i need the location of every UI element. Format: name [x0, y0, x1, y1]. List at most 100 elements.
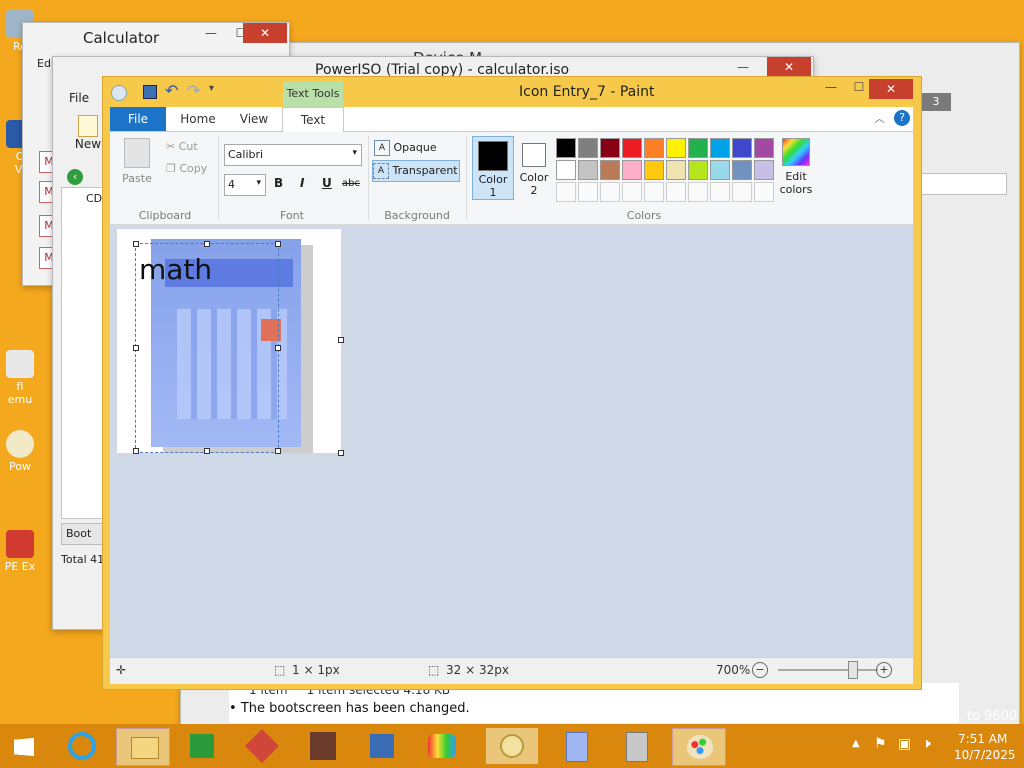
- zoom-slider-thumb[interactable]: [848, 661, 858, 679]
- palette-swatch[interactable]: [600, 138, 620, 158]
- taskbar-virtualbox[interactable]: [356, 728, 408, 764]
- canvas-resize-handle[interactable]: [338, 337, 344, 343]
- strikethrough-button[interactable]: abc: [342, 178, 360, 189]
- redo-icon[interactable]: ↷: [187, 81, 200, 100]
- palette-swatch[interactable]: [666, 138, 686, 158]
- custom-color-slot[interactable]: [556, 182, 576, 202]
- underline-button[interactable]: U: [322, 176, 332, 190]
- palette-swatch[interactable]: [688, 138, 708, 158]
- resize-handle[interactable]: [204, 241, 210, 247]
- palette-swatch[interactable]: [666, 160, 686, 180]
- taskbar-explorer[interactable]: [116, 728, 170, 766]
- palette-swatch[interactable]: [754, 160, 774, 180]
- paste-button[interactable]: Paste: [118, 138, 156, 190]
- cut-button[interactable]: ✂ Cut: [166, 140, 198, 153]
- quick-access-dropdown-icon[interactable]: ▾: [209, 83, 214, 94]
- palette-swatch[interactable]: [732, 160, 752, 180]
- custom-color-slot[interactable]: [644, 182, 664, 202]
- palette-swatch[interactable]: [578, 138, 598, 158]
- zoom-in-button[interactable]: +: [876, 662, 892, 678]
- ribbon-collapse-icon[interactable]: ︿: [874, 110, 885, 126]
- start-button[interactable]: [4, 728, 44, 764]
- resize-handle[interactable]: [275, 241, 281, 247]
- palette-swatch[interactable]: [710, 160, 730, 180]
- custom-color-slot[interactable]: [688, 182, 708, 202]
- palette-swatch[interactable]: [732, 138, 752, 158]
- tab-view[interactable]: View: [226, 107, 282, 131]
- desktop-icon-pe-explorer[interactable]: PE Ex: [0, 530, 40, 573]
- custom-color-slot[interactable]: [622, 182, 642, 202]
- resize-handle[interactable]: [133, 448, 139, 454]
- undo-icon[interactable]: ↶: [165, 81, 178, 100]
- bold-button[interactable]: B: [274, 176, 283, 190]
- volume-muted-icon[interactable]: 🕨: [922, 736, 931, 752]
- palette-swatch[interactable]: [688, 160, 708, 180]
- save-icon[interactable]: [143, 85, 157, 99]
- custom-color-slot[interactable]: [666, 182, 686, 202]
- zoom-out-button[interactable]: −: [752, 662, 768, 678]
- tray-overflow-icon[interactable]: ▲: [852, 738, 860, 749]
- taskbar-app[interactable]: [610, 728, 662, 764]
- flag-icon[interactable]: ⚑: [874, 736, 887, 752]
- palette-swatch[interactable]: [710, 138, 730, 158]
- custom-color-slot[interactable]: [732, 182, 752, 202]
- resize-handle[interactable]: [275, 448, 281, 454]
- palette-swatch[interactable]: [644, 160, 664, 180]
- clock-date[interactable]: 10/7/2025: [954, 748, 1016, 762]
- palette-swatch[interactable]: [578, 160, 598, 180]
- custom-color-slot[interactable]: [754, 182, 774, 202]
- desktop-icon-poweriso[interactable]: Pow: [0, 430, 40, 473]
- poweriso-minimize-button[interactable]: —: [721, 57, 765, 77]
- zoom-slider[interactable]: [778, 669, 878, 671]
- taskbar-poweriso[interactable]: [486, 728, 538, 764]
- palette-swatch[interactable]: [556, 160, 576, 180]
- tab-file[interactable]: File: [110, 107, 166, 131]
- file-explorer-icon: [131, 737, 159, 759]
- italic-button[interactable]: I: [300, 176, 304, 190]
- palette-swatch[interactable]: [622, 138, 642, 158]
- back-window-search-box[interactable]: [919, 173, 1007, 195]
- desktop-icon-emu[interactable]: fl emu: [0, 350, 40, 406]
- palette-swatch[interactable]: [754, 138, 774, 158]
- resize-handle[interactable]: [204, 448, 210, 454]
- resize-handle[interactable]: [275, 345, 281, 351]
- paint-close-button[interactable]: ✕: [869, 79, 913, 99]
- taskbar-app[interactable]: [416, 728, 468, 764]
- tab-text[interactable]: Text: [282, 107, 344, 133]
- poweriso-back-arrow-icon[interactable]: ‹: [67, 169, 83, 185]
- custom-color-slot[interactable]: [578, 182, 598, 202]
- resize-handle[interactable]: [133, 345, 139, 351]
- opaque-button[interactable]: A Opaque: [374, 138, 460, 158]
- clock-time[interactable]: 7:51 AM: [958, 732, 1007, 746]
- custom-color-slot[interactable]: [600, 182, 620, 202]
- tab-home[interactable]: Home: [170, 107, 226, 131]
- help-icon[interactable]: ?: [894, 110, 910, 126]
- resize-handle[interactable]: [133, 241, 139, 247]
- color2-button[interactable]: Color 2: [514, 136, 554, 198]
- palette-swatch[interactable]: [622, 160, 642, 180]
- poweriso-new-button[interactable]: New: [71, 115, 105, 159]
- palette-swatch[interactable]: [556, 138, 576, 158]
- taskbar-ie[interactable]: [56, 728, 108, 764]
- custom-color-slot[interactable]: [710, 182, 730, 202]
- edit-colors-button[interactable]: Edit colors: [776, 138, 816, 198]
- poweriso-close-button[interactable]: ✕: [767, 57, 811, 77]
- palette-swatch[interactable]: [600, 160, 620, 180]
- tree-root[interactable]: CD: [86, 192, 102, 205]
- taskbar-paint[interactable]: [672, 728, 726, 766]
- color1-button[interactable]: Color 1: [472, 136, 514, 200]
- font-family-select[interactable]: Calibri ▾: [224, 144, 362, 166]
- copy-button[interactable]: ❐ Copy: [166, 162, 207, 175]
- taskbar-app[interactable]: [296, 728, 348, 764]
- calc-close-button[interactable]: ✕: [243, 23, 287, 43]
- poweriso-file-menu[interactable]: File: [69, 91, 89, 105]
- canvas-resize-handle[interactable]: [338, 450, 344, 456]
- font-size-select[interactable]: 4 ▾: [224, 174, 266, 196]
- network-icon[interactable]: ▣: [898, 736, 911, 752]
- transparent-button[interactable]: A Transparent: [372, 160, 460, 182]
- drawing-canvas[interactable]: math: [117, 229, 344, 456]
- taskbar-calculator[interactable]: [550, 728, 602, 764]
- taskbar-app[interactable]: [236, 728, 288, 764]
- palette-swatch[interactable]: [644, 138, 664, 158]
- taskbar-store[interactable]: [176, 728, 228, 764]
